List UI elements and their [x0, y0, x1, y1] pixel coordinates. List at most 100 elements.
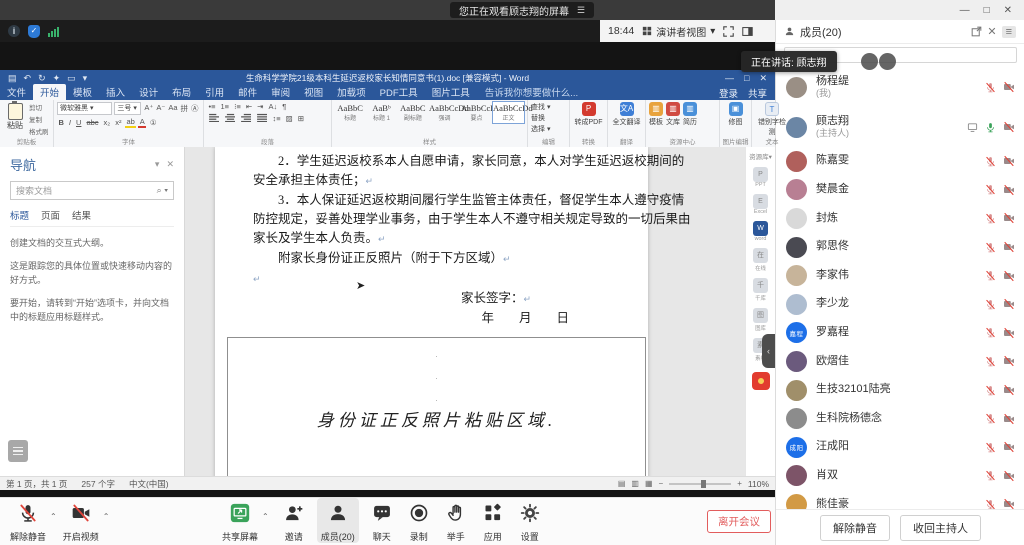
style-标题[interactable]: AaBbC标题 [335, 102, 365, 123]
maximize-button[interactable]: □ [984, 5, 990, 16]
document-page[interactable]: 2．学生延迟返校系本人自愿申请，家长同意，本人对学生延迟返校期间的安全承担主体责… [215, 147, 648, 476]
justify-icon[interactable] [255, 113, 269, 124]
zoom-in-button[interactable]: + [737, 479, 742, 488]
style-标题 1[interactable]: AaBᵇ标题 1 [366, 102, 396, 123]
red-packet-icon[interactable] [752, 372, 770, 390]
resource-strip-item-千库[interactable]: 千千库 [746, 278, 775, 302]
language-status[interactable]: 中文(中国) [129, 478, 169, 490]
collapse-ribbon-icon[interactable]: ⌃ [767, 138, 773, 146]
watching-banner[interactable]: 您正在观看顾志翔的屏幕 ☰ [450, 2, 594, 18]
style-要点[interactable]: AaBbCcDc要点 [461, 102, 492, 123]
member-row[interactable]: 嘉程罗嘉程 [776, 319, 1024, 348]
font-tool[interactable]: x₂ [102, 118, 112, 127]
security-shield-icon[interactable]: ✓ [28, 25, 40, 38]
member-row[interactable]: 肖双 [776, 462, 1024, 491]
zoom-slider-thumb[interactable] [701, 480, 706, 488]
font-tool[interactable]: A [138, 117, 146, 128]
document-canvas[interactable]: 2．学生延迟返校系本人自愿申请，家长同意，本人对学生延迟返校期间的安全承担主体责… [185, 147, 745, 476]
resource-strip-item-PPT[interactable]: PPPT [746, 167, 775, 188]
ribbon-tab-插入[interactable]: 插入 [99, 84, 132, 100]
panel-menu-icon[interactable]: ≡ [1002, 26, 1016, 38]
align-right-icon[interactable] [239, 113, 253, 124]
nav-tab-标题[interactable]: 标题 [10, 208, 29, 222]
ribbon-tab-审阅[interactable]: 审阅 [264, 84, 297, 100]
ribbon-tab-图片工具[interactable]: 图片工具 [425, 84, 477, 100]
resource-button-文库[interactable]: ▥文库 [666, 102, 680, 127]
word-maximize-button[interactable]: □ [744, 73, 749, 84]
toolbar-item-settings[interactable]: 设置 [516, 498, 544, 543]
indent-icon[interactable]: ⇥ [256, 102, 265, 111]
member-row[interactable]: 李少龙 [776, 290, 1024, 319]
ribbon-tab-开始[interactable]: 开始 [33, 84, 66, 100]
retouch-button[interactable]: ▣ 修图 [723, 102, 748, 127]
popout-icon[interactable] [971, 26, 982, 37]
member-row[interactable]: 封炼 [776, 204, 1024, 233]
toolbar-item-share-screen[interactable]: 共享屏幕 [218, 498, 262, 543]
member-status-icons[interactable] [967, 121, 1015, 133]
line-spacing-icon[interactable]: ↕≡ [271, 114, 282, 123]
style-强调[interactable]: AaBbCcDd强调 [429, 102, 460, 123]
member-status-icons[interactable] [985, 470, 1015, 482]
web-layout-icon[interactable]: ▦ [645, 479, 653, 488]
ribbon-tab-加载项[interactable]: 加载项 [330, 84, 373, 100]
toolbar-item-camera-off[interactable]: 开启视频 [59, 498, 103, 543]
member-row[interactable]: 李家伟 [776, 261, 1024, 290]
word-count[interactable]: 257 个字 [81, 478, 115, 490]
outdent-icon[interactable]: ⇤ [244, 102, 253, 111]
print-layout-icon[interactable]: ▥ [631, 479, 639, 488]
borders-icon[interactable]: ⊞ [296, 114, 305, 123]
ribbon-tab-设计[interactable]: 设计 [132, 84, 165, 100]
toolbar-item-record[interactable]: 录制 [405, 498, 433, 543]
paste-button[interactable]: 粘贴 [3, 102, 27, 136]
toolbar-item-mic-muted[interactable]: 解除静音 [6, 498, 50, 543]
banner-menu-icon[interactable]: ☰ [577, 5, 585, 16]
nav-tab-页面[interactable]: 页面 [41, 208, 60, 222]
chevron-up-icon[interactable]: ⌃ [262, 512, 269, 543]
toolbar-item-members[interactable]: 成员(20) [317, 498, 359, 543]
shading-icon[interactable]: ▨ [284, 114, 294, 123]
font-tool[interactable]: Ⓐ [190, 103, 201, 114]
layout-icon[interactable] [742, 26, 753, 37]
numbering-icon[interactable]: 1≡ [219, 102, 231, 111]
chevron-up-icon[interactable]: ⌃ [103, 512, 110, 543]
member-row[interactable]: 樊晨金 [776, 176, 1024, 205]
share-link[interactable]: 共享 [748, 86, 767, 100]
view-mode-dropdown[interactable]: 演讲者视图 ▾ [642, 24, 715, 39]
member-row[interactable]: 陈嘉雯 [776, 147, 1024, 176]
ribbon-tab-视图[interactable]: 视图 [297, 84, 330, 100]
sort-icon[interactable]: A↓ [267, 102, 279, 111]
font-size-combobox[interactable]: 三号 ▾ [114, 102, 140, 115]
member-row[interactable]: 生科院杨德念 [776, 404, 1024, 433]
nav-tab-结果[interactable]: 结果 [72, 208, 91, 222]
typo-check-button[interactable]: T 错别字检测 [755, 102, 789, 137]
ribbon-tab-邮件[interactable]: 邮件 [231, 84, 264, 100]
signin-link[interactable]: 登录 [719, 86, 738, 100]
ribbon-tab-模板[interactable]: 模板 [66, 84, 99, 100]
member-row[interactable]: 郭思佟 [776, 233, 1024, 262]
member-status-icons[interactable] [985, 441, 1015, 453]
ribbon-tab-布局[interactable]: 布局 [165, 84, 198, 100]
multilevel-icon[interactable]: ⁝≡ [233, 102, 243, 111]
style-副标题[interactable]: AaBbC副标题 [398, 102, 428, 123]
clipboard-button-复制[interactable]: 复制 [29, 114, 49, 124]
read-mode-icon[interactable]: ▤ [618, 479, 626, 488]
resource-strip-item-在线[interactable]: 在在线 [746, 248, 775, 272]
clipboard-button-格式刷[interactable]: 格式刷 [29, 126, 49, 136]
align-center-icon[interactable] [223, 113, 237, 124]
toolbar-item-apps[interactable]: 应用 [479, 498, 507, 543]
toolbar-item-chat[interactable]: 聊天 [368, 498, 396, 543]
member-row[interactable]: 生技32101陆亮 [776, 376, 1024, 405]
floating-toolbar-handle[interactable] [8, 440, 28, 462]
member-status-icons[interactable] [985, 413, 1015, 425]
resource-strip-item-Excel[interactable]: EExcel [746, 194, 775, 215]
search-icon[interactable]: ⌕ ▾ [157, 185, 168, 196]
font-tool[interactable]: Aa [167, 103, 179, 114]
member-status-icons[interactable] [985, 81, 1015, 93]
editing-button[interactable]: 选择 ▾ [531, 124, 566, 134]
font-tool[interactable]: abc [85, 118, 100, 127]
pilcrow-icon[interactable]: ¶ [281, 102, 288, 111]
member-status-icons[interactable] [985, 184, 1015, 196]
leave-meeting-button[interactable]: 离开会议 [707, 510, 771, 533]
font-name-combobox[interactable]: 微软雅黑 ▾ [57, 102, 112, 115]
tellme-box[interactable]: 告诉我你想要做什么... [477, 84, 586, 100]
